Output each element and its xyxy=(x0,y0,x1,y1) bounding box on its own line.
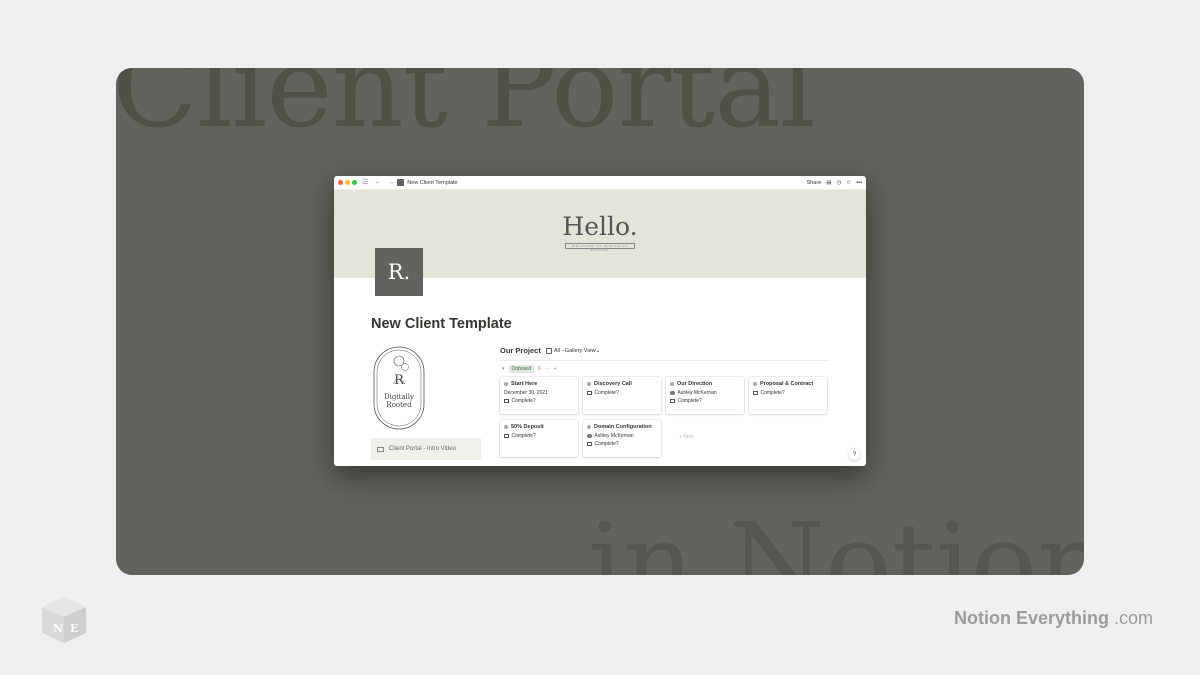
gallery-view-icon xyxy=(545,347,552,354)
card-title: Our Direction xyxy=(677,381,713,387)
share-button[interactable]: Share xyxy=(807,180,822,186)
complete-checkbox[interactable] xyxy=(587,390,592,396)
group-tag: Onboard xyxy=(508,365,534,373)
cover-subtext: WELCOME TO DIGITALLY ROOTED xyxy=(565,243,635,252)
history-icon[interactable]: ◷ xyxy=(836,180,841,186)
page-title[interactable]: New Client Template xyxy=(371,316,512,332)
complete-checkbox[interactable] xyxy=(587,441,592,447)
brand-tld: .com xyxy=(1114,608,1154,628)
back-arrow-icon[interactable]: ← xyxy=(374,179,381,186)
logo-line2: Rooted xyxy=(386,401,412,409)
cover-heading: Hello. xyxy=(562,212,638,241)
logo-line1: Digitally xyxy=(384,393,414,401)
card-checkbox-label: Complete? xyxy=(760,390,785,396)
brand-name: Notion Everything xyxy=(954,608,1110,628)
complete-checkbox[interactable] xyxy=(670,398,675,404)
svg-text:E: E xyxy=(70,622,78,635)
hero-banner: Client Portal in Notion ☰ ← → New Client… xyxy=(116,68,1084,575)
tab-title[interactable]: New Client Template xyxy=(407,180,457,186)
video-label: Client Portal - Intro Video xyxy=(389,446,456,452)
minimize-window-button[interactable] xyxy=(345,180,350,185)
help-button[interactable]: ? xyxy=(849,449,860,460)
favorite-star-icon[interactable]: ☆ xyxy=(846,180,851,186)
card-checkbox-label: Complete? xyxy=(594,441,619,447)
card-checkbox-label: Complete? xyxy=(511,398,536,404)
card-title: Proposal & Contract xyxy=(760,381,814,387)
svg-text:N: N xyxy=(53,622,63,635)
sidebar-toggle-icon[interactable]: ☰ xyxy=(362,179,368,186)
avatar xyxy=(670,390,675,396)
card-page-icon xyxy=(670,382,674,386)
gallery-card[interactable]: Our Direction Ashley McKernan Complete? xyxy=(666,377,744,414)
brand-wordmark: Notion Everything .com xyxy=(954,608,1153,629)
intro-video-embed[interactable]: Client Portal - Intro Video xyxy=(371,438,481,460)
new-card-button[interactable]: + New xyxy=(679,434,693,440)
comments-icon[interactable]: ▤ xyxy=(826,180,831,186)
more-options-icon[interactable]: ••• xyxy=(856,180,862,186)
card-assignee: Ashley McKernan xyxy=(677,390,717,396)
gallery-card[interactable]: Proposal & Contract Complete? xyxy=(749,377,827,414)
background-subtitle: in Notion xyxy=(588,499,1084,575)
gallery-card[interactable]: 50% Deposit Complete? xyxy=(500,420,578,457)
forward-arrow-icon[interactable]: → xyxy=(387,179,394,186)
database-divider xyxy=(500,360,830,361)
gallery-card[interactable]: Discovery Call Complete? xyxy=(583,377,661,414)
app-window: ☰ ← → New Client Template Share ▤ ◷ ☆ ••… xyxy=(334,176,866,466)
collapse-triangle-icon[interactable]: ▾ xyxy=(502,366,505,372)
view-label: All - Gallery View xyxy=(553,347,596,354)
card-checkbox-label: Complete? xyxy=(594,390,619,396)
card-page-icon xyxy=(504,382,508,386)
gallery-card[interactable]: Start Here December 30, 2021 Complete? xyxy=(500,377,578,414)
page-favicon xyxy=(397,179,405,186)
close-window-button[interactable] xyxy=(338,180,343,185)
maximize-window-button[interactable] xyxy=(352,180,357,185)
complete-checkbox[interactable] xyxy=(504,398,509,404)
card-checkbox-label: Complete? xyxy=(677,398,702,404)
title-bar: ☰ ← → New Client Template Share ▤ ◷ ☆ ••… xyxy=(334,176,866,190)
complete-checkbox[interactable] xyxy=(504,433,509,439)
card-title: Domain Configuration xyxy=(594,424,652,430)
video-icon xyxy=(377,446,384,452)
chevron-down-icon: ⌄ xyxy=(595,347,601,354)
card-date: December 30, 2021 xyxy=(504,390,548,396)
card-checkbox-label: Complete? xyxy=(511,433,536,439)
group-count: 6 xyxy=(537,366,541,372)
card-assignee: Ashley McKernan xyxy=(594,433,634,439)
card-page-icon xyxy=(587,425,591,429)
view-selector[interactable]: All - Gallery View ⌄ xyxy=(545,347,601,354)
database-header: Our Project All - Gallery View ⌄ xyxy=(500,346,600,355)
card-page-icon xyxy=(587,382,591,386)
group-more-icon[interactable]: ··· xyxy=(545,366,550,372)
logo-letter: R xyxy=(394,373,405,388)
gallery-card[interactable]: Domain Configuration Ashley McKernan Com… xyxy=(583,420,661,457)
card-title: 50% Deposit xyxy=(511,424,544,430)
avatar xyxy=(587,433,592,439)
card-title: Discovery Call xyxy=(594,381,632,387)
background-title: Client Portal xyxy=(116,68,816,153)
notion-everything-logo-icon: N E xyxy=(42,597,86,643)
complete-checkbox[interactable] xyxy=(753,390,758,396)
digitally-rooted-logo: R Digitally Rooted xyxy=(373,346,425,430)
database-title[interactable]: Our Project xyxy=(500,346,541,355)
card-page-icon xyxy=(504,425,508,429)
group-header[interactable]: ▾ Onboard 6 ··· + xyxy=(502,365,557,373)
card-title: Start Here xyxy=(511,381,538,387)
card-page-icon xyxy=(753,382,757,386)
page-icon[interactable]: R. xyxy=(375,248,423,296)
group-add-icon[interactable]: + xyxy=(554,366,557,372)
